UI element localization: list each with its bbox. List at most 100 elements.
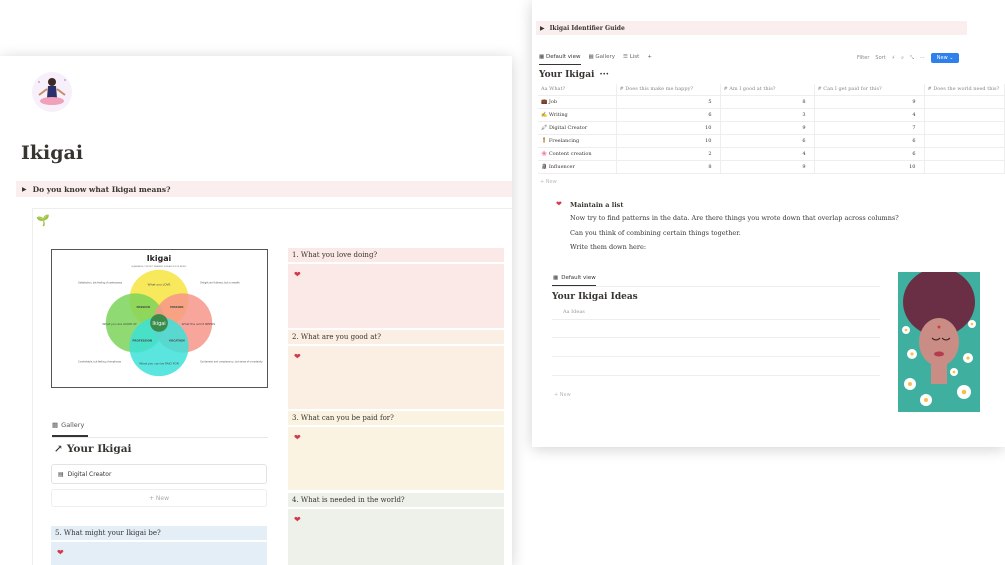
divider — [52, 437, 268, 438]
page-icon: ▤ — [58, 470, 64, 478]
row-name: Influencer — [548, 163, 575, 170]
row-divider — [552, 319, 880, 320]
circle-love-label: What you LOVE — [148, 282, 171, 286]
cell-need[interactable] — [924, 147, 1005, 161]
heart-icon: ❤ — [556, 200, 562, 208]
tab-gallery[interactable]: ▦ Gallery — [52, 421, 84, 429]
tab-default-view[interactable]: ▦ Default view — [539, 54, 580, 60]
circle-good-label: What you are GOOD AT — [102, 322, 137, 326]
table-row[interactable]: 🌸 Content creation 2 4 6 — [538, 147, 1005, 161]
tab-default-view[interactable]: ▦ Default view — [553, 275, 596, 281]
column-header[interactable]: # Does this make me happy? — [616, 84, 721, 96]
note-top-left: Satisfaction, but feeling of uselessness — [78, 282, 123, 285]
more-icon[interactable]: ··· — [920, 55, 925, 61]
cell-good[interactable]: 8 — [720, 95, 815, 109]
add-view-button[interactable]: + — [647, 54, 652, 60]
cell-good[interactable]: 9 — [720, 121, 815, 135]
cell-need[interactable] — [924, 160, 1005, 174]
sort-button[interactable]: Sort — [875, 55, 885, 61]
row-divider — [552, 356, 880, 357]
column-header[interactable]: Aa What? — [538, 84, 617, 96]
question-2-heading: 2. What are you good at? — [288, 330, 504, 344]
overlap-mission-label: MISSION — [170, 305, 184, 309]
column-header[interactable]: # Does the world need this? — [924, 84, 1005, 96]
meditating-person-icon — [30, 70, 74, 114]
table-row[interactable]: 🖍 Digital Creator 10 9 7 — [538, 121, 1005, 135]
column-header[interactable]: # Am I good at this? — [720, 84, 815, 96]
cell-paid[interactable]: 4 — [814, 108, 925, 122]
table-row[interactable]: 💼 Job 5 8 9 — [538, 95, 1005, 109]
ikigai-table: Aa What? # Does this make me happy? # Am… — [538, 84, 1005, 174]
toggle-label: Do you know what Ikigai means? — [32, 184, 171, 194]
toggle-triangle-icon[interactable]: ▶ — [540, 25, 545, 32]
more-icon[interactable]: ··· — [599, 70, 608, 80]
active-tab-underline — [539, 64, 581, 65]
column-header[interactable]: # Can I get paid for this? — [814, 84, 925, 96]
cell-need[interactable] — [924, 95, 1005, 109]
cell-good[interactable]: 4 — [720, 147, 815, 161]
search-icon[interactable]: ⌕ — [901, 55, 904, 61]
question-4-body[interactable]: ❤ — [288, 509, 504, 565]
expand-icon[interactable]: ⤡ — [910, 55, 914, 61]
heart-icon: ❤ — [294, 515, 301, 524]
cell-good[interactable]: 6 — [720, 134, 815, 148]
cell-paid[interactable]: 9 — [814, 95, 925, 109]
new-button[interactable]: New ⌄ — [930, 53, 960, 63]
ideas-table-title[interactable]: Your Ikigai Ideas — [552, 292, 638, 302]
cell-good[interactable]: 9 — [720, 160, 815, 174]
toggle-triangle-icon[interactable]: ▶ — [22, 186, 27, 193]
identifier-guide-panel: ▶ Ikigai Identifier Guide ▦ Default view… — [532, 0, 1005, 447]
table-row[interactable]: 🗿 Influencer 8 9 10 — [538, 160, 1005, 174]
maintain-line-2: Can you think of combining certain thing… — [570, 229, 741, 237]
tab-gallery[interactable]: ▦ Gallery — [588, 54, 615, 60]
note-bottom-right: Excitement and complacency, but sense of… — [200, 360, 263, 363]
row-name: Writing — [548, 111, 568, 118]
cell-happy[interactable]: 8 — [616, 160, 721, 174]
maintain-line-1: Now try to find patterns in the data. Ar… — [570, 214, 899, 222]
question-1-body[interactable]: ❤ — [288, 264, 504, 328]
tab-list[interactable]: ☰ List — [623, 54, 639, 60]
filter-button[interactable]: Filter — [857, 55, 869, 61]
maintain-title: Maintain a list — [570, 201, 624, 209]
cell-need[interactable] — [924, 108, 1005, 122]
new-row-button[interactable]: + New — [540, 179, 557, 185]
tab-list-label: List — [629, 54, 640, 60]
ideas-tab-label: Default view — [561, 275, 596, 281]
note-bottom-left: Comfortable, but feeling of emptiness — [78, 360, 122, 363]
toggle-identifier-guide[interactable]: ▶ Ikigai Identifier Guide — [536, 21, 967, 35]
cell-paid[interactable]: 6 — [814, 147, 925, 161]
cell-good[interactable]: 3 — [720, 108, 815, 122]
cell-paid[interactable]: 6 — [814, 134, 925, 148]
circle-paid-label: What you can be PAID FOR — [139, 361, 179, 365]
linked-db-title[interactable]: ↗ Your Ikigai — [54, 443, 132, 455]
gallery-card[interactable]: ▤ Digital Creator — [51, 464, 267, 484]
question-3-body[interactable]: ❤ — [288, 427, 504, 490]
gallery-card-label: Digital Creator — [67, 470, 112, 478]
cell-paid[interactable]: 10 — [814, 160, 925, 174]
table-row[interactable]: 🧍 Freelancing 10 6 6 — [538, 134, 1005, 148]
toggle-label: Ikigai Identifier Guide — [549, 24, 625, 32]
cell-happy[interactable]: 5 — [616, 95, 721, 109]
question-4-heading: 4. What is needed in the world? — [288, 493, 504, 507]
cell-happy[interactable]: 10 — [616, 134, 721, 148]
question-2-body[interactable]: ❤ — [288, 346, 504, 409]
cell-happy[interactable]: 6 — [616, 108, 721, 122]
table-title[interactable]: Your Ikigai ··· — [539, 70, 609, 80]
lightning-icon[interactable]: ⚡ — [892, 55, 896, 61]
toggle-what-ikigai-means[interactable]: ▶ Do you know what Ikigai means? — [16, 181, 512, 197]
row-icon: 🖍 — [541, 124, 548, 131]
diagram-title: Ikigai — [147, 254, 172, 263]
question-5-body[interactable]: ❤ — [51, 542, 267, 565]
ideas-column-header[interactable]: Aa Ideas — [563, 309, 585, 315]
cell-happy[interactable]: 10 — [616, 121, 721, 135]
diagram-subtitle: A JAPANESE CONCEPT MEANING 'A REASON FOR… — [132, 265, 187, 268]
table-row[interactable]: ✍ Writing 6 3 4 — [538, 108, 1005, 122]
row-icon: ✍ — [541, 111, 548, 118]
new-card-button[interactable]: + New — [51, 489, 267, 507]
new-row-button[interactable]: + New — [554, 392, 571, 398]
cell-need[interactable] — [924, 121, 1005, 135]
cell-happy[interactable]: 2 — [616, 147, 721, 161]
cell-paid[interactable]: 7 — [814, 121, 925, 135]
row-name: Digital Creator — [548, 124, 588, 131]
cell-need[interactable] — [924, 134, 1005, 148]
